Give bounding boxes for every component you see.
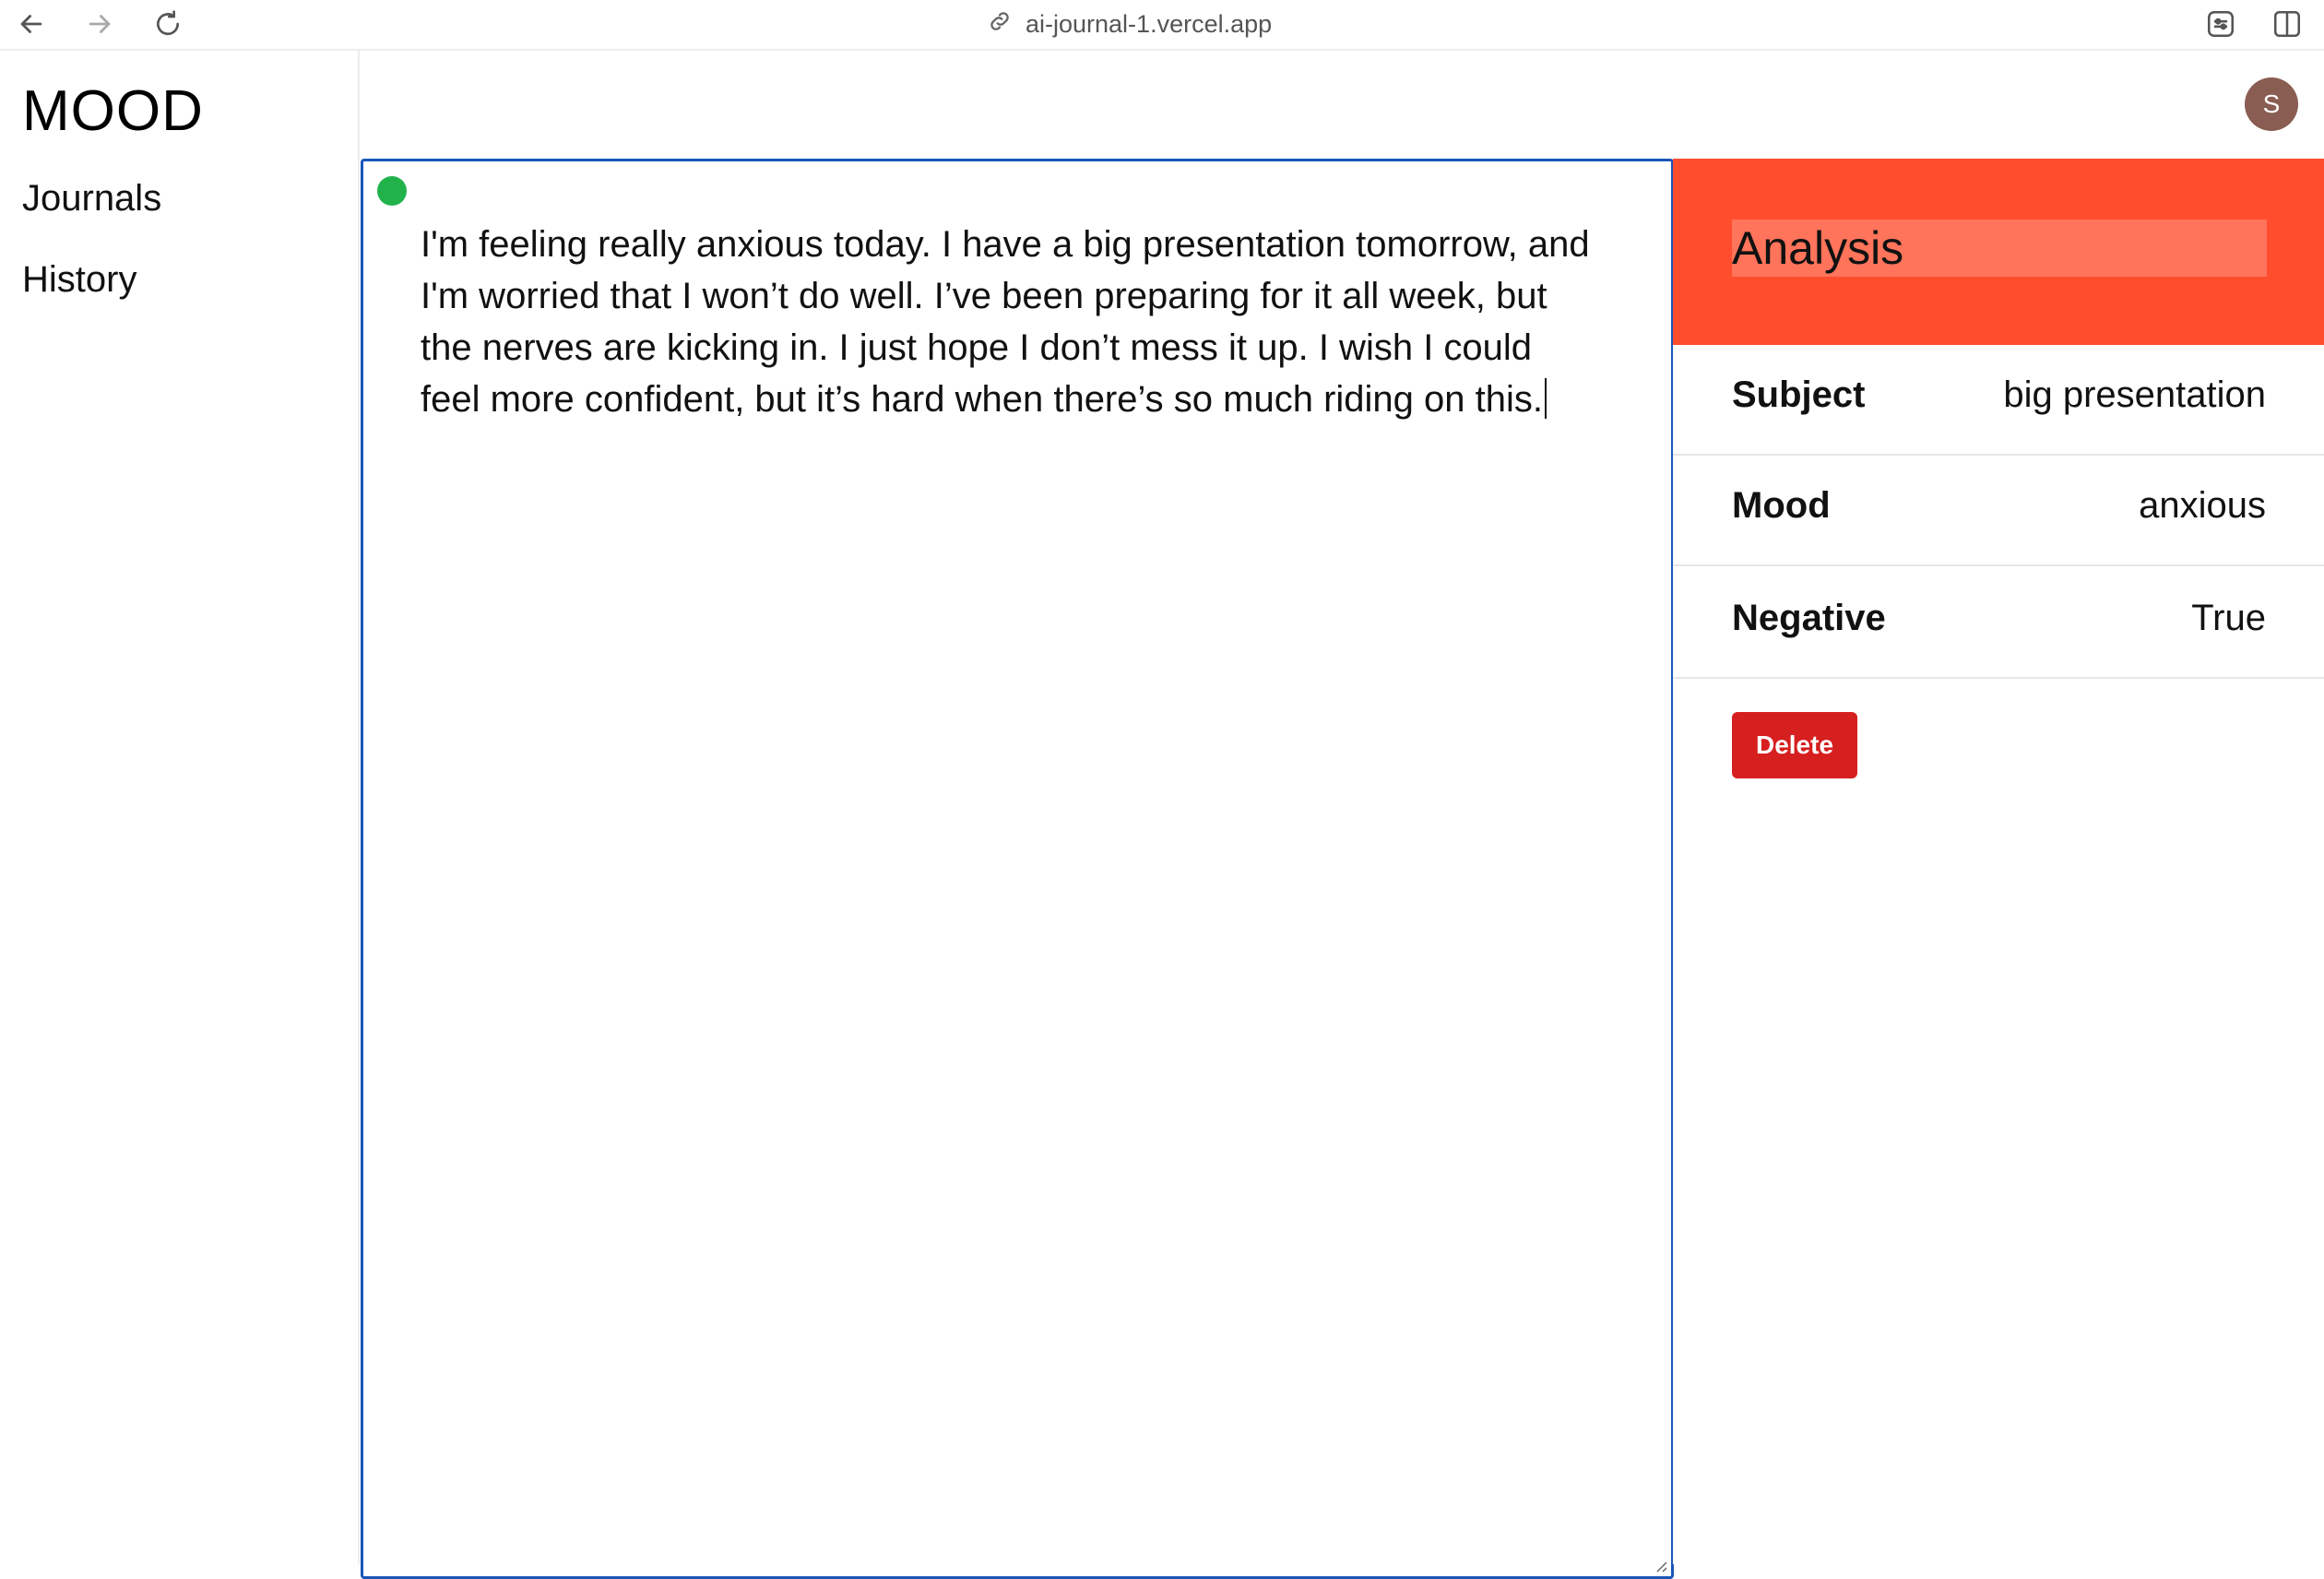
forward-arrow-icon[interactable]	[81, 6, 118, 42]
address-bar[interactable]: ai-journal-1.vercel.app	[987, 6, 1272, 42]
analysis-value: anxious	[2139, 485, 2266, 526]
analysis-value: True	[2191, 598, 2266, 638]
analysis-key: Negative	[1732, 598, 1886, 638]
analysis-header: Analysis	[1673, 159, 2324, 345]
sidebar-item-journals[interactable]: Journals	[22, 178, 161, 220]
analysis-key: Mood	[1732, 485, 1831, 526]
analysis-title: Analysis	[1732, 220, 2267, 277]
saved-status-indicator	[377, 176, 407, 206]
text-caret	[1544, 378, 1547, 419]
back-arrow-icon[interactable]	[13, 6, 50, 42]
resize-handle-icon[interactable]	[1653, 1558, 1667, 1573]
analysis-row-negative: Negative True	[1673, 568, 2324, 679]
browser-toolbar: ai-journal-1.vercel.app	[0, 0, 2324, 51]
extension-icon[interactable]	[2202, 6, 2239, 42]
analysis-row-subject: Subject big presentation	[1673, 345, 2324, 456]
link-icon	[987, 8, 1013, 41]
analysis-value: big presentation	[2003, 374, 2266, 415]
journal-entry-text[interactable]: I'm feeling really anxious today. I have…	[421, 219, 1592, 425]
analysis-key: Subject	[1732, 374, 1866, 415]
delete-button[interactable]: Delete	[1732, 712, 1857, 778]
journal-editor[interactable]: I'm feeling really anxious today. I have…	[361, 159, 1674, 1579]
sidebar: MOOD Journals History	[0, 51, 360, 1564]
sidebar-item-history[interactable]: History	[22, 259, 136, 301]
avatar[interactable]: S	[2245, 77, 2298, 131]
reload-icon[interactable]	[149, 6, 186, 42]
url-text: ai-journal-1.vercel.app	[1026, 9, 1273, 38]
sidebar-toggle-icon[interactable]	[2269, 6, 2306, 42]
analysis-panel: Analysis Subject big presentation Mood a…	[1673, 159, 2324, 1564]
brand-logo: MOOD	[22, 79, 204, 143]
journal-entry-content: I'm feeling really anxious today. I have…	[421, 224, 1590, 420]
analysis-row-mood: Mood anxious	[1673, 456, 2324, 566]
